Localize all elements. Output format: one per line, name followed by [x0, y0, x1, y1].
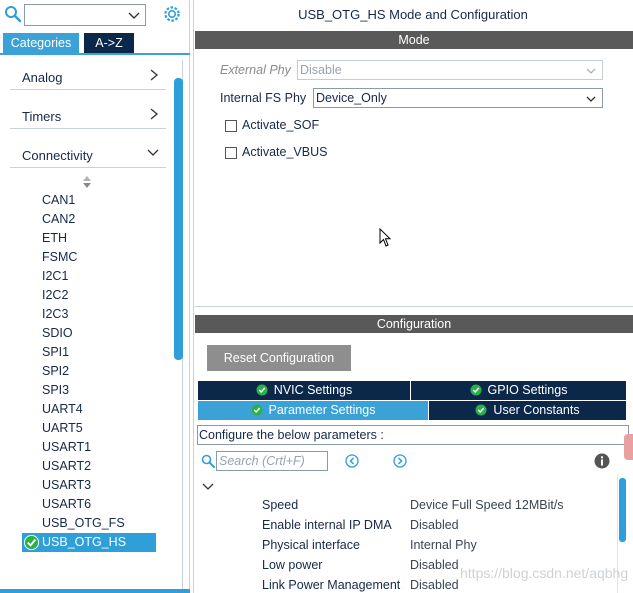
- configure-instructions: Configure the below parameters :: [197, 425, 629, 445]
- param-value-dma[interactable]: Disabled: [410, 518, 459, 532]
- page-title: USB_OTG_HS Mode and Configuration: [298, 7, 528, 22]
- left-scrollbar[interactable]: [174, 78, 183, 360]
- tab-underline: [0, 53, 190, 55]
- left-bottom-bar: [0, 589, 190, 593]
- peripheral-item-usb-otg-hs[interactable]: USB_OTG_HS: [22, 533, 156, 552]
- chevron-down-icon[interactable]: [127, 8, 141, 22]
- tab-nvic-settings[interactable]: NVIC Settings: [198, 381, 410, 400]
- param-name-dma: Enable internal IP DMA: [262, 518, 392, 532]
- category-connectivity[interactable]: Connectivity: [10, 138, 166, 168]
- search-input[interactable]: [24, 4, 146, 26]
- peripheral-item[interactable]: I2C3: [42, 305, 68, 323]
- search-next-icon[interactable]: [393, 454, 407, 468]
- peripheral-item[interactable]: CAN1: [42, 191, 75, 209]
- peripheral-item[interactable]: FSMC: [42, 248, 77, 266]
- category-label: Analog: [22, 70, 63, 85]
- peripheral-item[interactable]: UART5: [42, 419, 83, 437]
- check-circle-icon: [475, 404, 487, 416]
- tab-parameter-settings[interactable]: Parameter Settings: [198, 401, 428, 420]
- param-value-low-power[interactable]: Disabled: [410, 558, 459, 572]
- external-phy-select: Disable: [297, 60, 603, 80]
- tab-categories[interactable]: Categories: [3, 33, 79, 53]
- activate-vbus-label: Activate_VBUS: [242, 145, 328, 159]
- param-name-low-power: Low power: [262, 558, 323, 572]
- search-icon[interactable]: [201, 454, 215, 468]
- peripheral-item[interactable]: USART3: [42, 476, 91, 494]
- category-analog[interactable]: Analog: [10, 60, 166, 90]
- param-value-speed[interactable]: Device Full Speed 12MBit/s: [410, 498, 564, 512]
- tab-label: Parameter Settings: [268, 403, 376, 417]
- sort-icon[interactable]: [82, 176, 92, 188]
- check-circle-icon: [251, 404, 262, 416]
- peripheral-item[interactable]: USART2: [42, 457, 91, 475]
- search-icon[interactable]: [4, 5, 22, 23]
- category-timers[interactable]: Timers: [10, 99, 166, 129]
- internal-fs-phy-label: Internal FS Phy: [220, 91, 307, 105]
- watermark: https://blog.csdn.net/aqbhg: [460, 565, 629, 581]
- check-circle-icon: [256, 384, 268, 396]
- mode-header: Mode: [195, 31, 633, 49]
- param-name-lpm: Link Power Management: [262, 578, 401, 592]
- parameter-search-input[interactable]: Search (Crtl+F): [216, 451, 328, 471]
- external-phy-label: External Phy: [220, 63, 291, 77]
- check-circle-icon: [470, 384, 482, 396]
- tab-label: GPIO Settings: [487, 383, 568, 397]
- category-label: Connectivity: [22, 148, 93, 163]
- chevron-down-icon: [586, 96, 596, 102]
- tab-label: User Constants: [493, 403, 580, 417]
- tab-label: NVIC Settings: [273, 383, 353, 397]
- param-name-speed: Speed: [262, 498, 299, 512]
- internal-fs-phy-select[interactable]: Device_Only: [313, 88, 603, 108]
- peripheral-item[interactable]: ETH: [42, 229, 67, 247]
- activate-sof-checkbox[interactable]: [225, 120, 237, 132]
- peripheral-item[interactable]: SPI2: [42, 362, 69, 380]
- peripheral-item[interactable]: I2C2: [42, 286, 68, 304]
- category-label: Timers: [22, 109, 62, 124]
- peripheral-item[interactable]: I2C1: [42, 267, 68, 285]
- side-handle[interactable]: [624, 434, 633, 460]
- info-icon[interactable]: [594, 453, 610, 469]
- peripheral-item[interactable]: CAN2: [42, 210, 75, 228]
- tab-user-constants[interactable]: User Constants: [429, 401, 626, 420]
- tab-a-z[interactable]: A->Z: [84, 33, 134, 53]
- mouse-cursor-icon: [379, 227, 393, 248]
- param-name-physical-interface: Physical interface: [262, 538, 360, 552]
- activate-vbus-checkbox[interactable]: [225, 147, 237, 159]
- param-value-physical-interface[interactable]: Internal Phy: [410, 538, 477, 552]
- configuration-header: Configuration: [195, 315, 633, 333]
- gear-icon[interactable]: [162, 4, 182, 24]
- peripheral-item[interactable]: UART4: [42, 400, 83, 418]
- peripheral-label: USB_OTG_HS: [42, 535, 127, 549]
- peripheral-item[interactable]: SPI3: [42, 381, 69, 399]
- chevron-down-icon: [147, 149, 159, 156]
- chevron-right-icon: [150, 108, 159, 120]
- peripheral-item[interactable]: USB_OTG_FS: [42, 514, 125, 532]
- internal-fs-phy-value: Device_Only: [316, 91, 387, 105]
- chevron-down-icon: [586, 68, 596, 74]
- peripheral-item[interactable]: SDIO: [42, 324, 73, 342]
- peripheral-item[interactable]: USART1: [42, 438, 91, 456]
- chevron-right-icon: [150, 69, 159, 81]
- parameter-scrollbar[interactable]: [619, 478, 626, 542]
- check-circle-icon: [23, 534, 40, 551]
- divider: [195, 306, 633, 307]
- external-phy-value: Disable: [300, 63, 342, 77]
- activate-sof-label: Activate_SOF: [242, 118, 320, 132]
- param-value-lpm[interactable]: Disabled: [410, 578, 459, 592]
- peripheral-item[interactable]: USART6: [42, 495, 91, 513]
- chevron-down-icon[interactable]: [202, 480, 214, 494]
- peripheral-item[interactable]: SPI1: [42, 343, 69, 361]
- search-previous-icon[interactable]: [345, 454, 359, 468]
- tab-gpio-settings[interactable]: GPIO Settings: [411, 381, 626, 400]
- reset-configuration-button[interactable]: Reset Configuration: [207, 345, 351, 371]
